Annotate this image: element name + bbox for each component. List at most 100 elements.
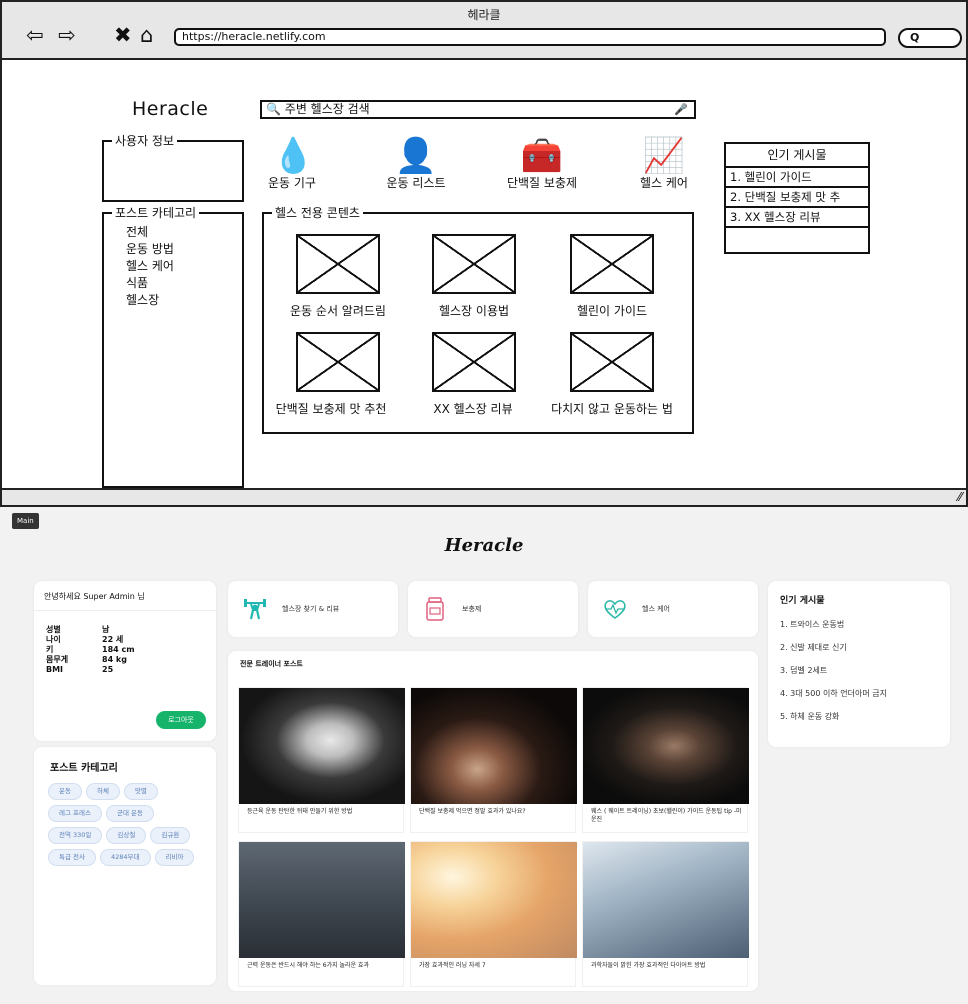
category-chip[interactable]: 김규환 bbox=[150, 827, 191, 844]
rendered-page: Main Heracle 안녕하세요 Super Admin 님 성별 남 나이 2… bbox=[0, 507, 968, 1004]
post-title: 웨스 ( 웨이트 트레이닝) 초보(헬린이) 가이드 운동팁 tip -미운진 bbox=[591, 808, 742, 823]
logout-button[interactable]: 로그아웃 bbox=[156, 711, 206, 729]
posts-title: 전문 트레이너 포스트 bbox=[240, 660, 303, 668]
post-title: 과학자들이 밝힌 가장 효과적인 다이어트 방법 bbox=[591, 962, 706, 969]
user-stat-row: BMI 25 bbox=[46, 665, 114, 674]
popular-item[interactable]: 5. 하체 운동 강화 bbox=[780, 711, 887, 734]
wire-content-title[interactable]: 다치지 않고 운동하는 법 bbox=[528, 400, 696, 417]
resize-grip-icon[interactable]: ⁄⁄ bbox=[958, 490, 962, 504]
wire-category-item[interactable]: 운동 방법 bbox=[126, 241, 174, 258]
wire-content-title[interactable]: 헬스장 이용법 bbox=[394, 302, 554, 319]
feature-supplement[interactable]: 보충제 bbox=[408, 581, 578, 637]
wire-category-item[interactable]: 전체 bbox=[126, 224, 174, 241]
wire-logo: Heracle bbox=[132, 98, 209, 120]
post-image bbox=[411, 688, 577, 804]
image-placeholder[interactable] bbox=[296, 332, 380, 392]
weightlifter-icon bbox=[242, 596, 268, 622]
feature-label: 보충제 bbox=[462, 605, 482, 613]
search-icon: 🔍 bbox=[266, 102, 281, 116]
post-image bbox=[583, 688, 749, 804]
post-title: 등근육 운동 탄탄한 뒤태 만들기 위한 방법 bbox=[247, 808, 353, 815]
home-icon[interactable]: ⌂ bbox=[140, 24, 153, 46]
image-placeholder[interactable] bbox=[296, 234, 380, 294]
wire-search-input[interactable]: 🔍 주변 헬스장 검색 🎤 bbox=[260, 100, 696, 119]
wire-popular-item[interactable]: 1. 헬린이 가이드 bbox=[726, 168, 868, 188]
person-icon[interactable]: 👤 bbox=[394, 138, 438, 174]
wire-icon-label: 운동 기구 bbox=[268, 176, 316, 190]
post-image bbox=[583, 842, 749, 958]
wire-icon-label: 헬스 케어 bbox=[640, 176, 688, 190]
post-card[interactable]: 웨스 ( 웨이트 트레이닝) 초보(헬린이) 가이드 운동팁 tip -미운진 bbox=[582, 687, 749, 833]
wire-content-title[interactable]: 단백질 보충제 맛 추천 bbox=[256, 400, 406, 417]
post-card[interactable]: 근력 운동은 반드시 해야 하는 6가지 놀라운 효과 bbox=[238, 841, 405, 987]
category-chip[interactable]: 4284부대 bbox=[100, 849, 151, 866]
feature-gym-review[interactable]: 헬스장 찾기 & 리뷰 bbox=[228, 581, 398, 637]
wire-popular-title: 인기 게시물 bbox=[726, 144, 868, 168]
wire-user-info-box: 사용자 정보 bbox=[102, 133, 244, 202]
trainer-posts-card: 전문 트레이너 포스트 등근육 운동 탄탄한 뒤태 만들기 위한 방법 단백질 … bbox=[228, 651, 758, 991]
popular-item[interactable]: 4. 3대 500 이하 언더아머 금지 bbox=[780, 688, 887, 711]
url-bar[interactable]: https://heracle.netlify.com bbox=[174, 28, 886, 46]
supplement-jar-icon bbox=[422, 596, 448, 622]
post-card[interactable]: 단백질 보충제 먹으면 정말 효과가 있나요? bbox=[410, 687, 577, 833]
wire-content-title[interactable]: XX 헬스장 리뷰 bbox=[398, 400, 548, 417]
image-placeholder[interactable] bbox=[432, 332, 516, 392]
medkit-icon[interactable]: 🧰 bbox=[518, 138, 566, 174]
post-category-card: 포스트 카테고리 운동 하체 맛별 레그 프레스 군대 운동 전역 330일 김… bbox=[34, 747, 216, 985]
post-title: 단백질 보충제 먹으면 정말 효과가 있나요? bbox=[419, 808, 526, 815]
heartbeat-icon bbox=[602, 596, 628, 622]
category-chip[interactable]: 군대 운동 bbox=[105, 805, 154, 822]
popular-item[interactable]: 2. 신발 제대로 신기 bbox=[780, 642, 887, 665]
post-image bbox=[411, 842, 577, 958]
popular-title: 인기 게시물 bbox=[780, 596, 825, 606]
browser-search-pill[interactable]: Q bbox=[898, 28, 962, 48]
category-chip[interactable]: 레그 프레스 bbox=[48, 805, 102, 822]
wire-popular-box: 인기 게시물 1. 헬린이 가이드 2. 단백질 보충제 맛 추 3. XX 헬… bbox=[724, 142, 870, 254]
wire-popular-item[interactable]: 2. 단백질 보충제 맛 추 bbox=[726, 188, 868, 208]
category-chip[interactable]: 운동 bbox=[48, 783, 82, 800]
wire-popular-item[interactable]: 3. XX 헬스장 리뷰 bbox=[726, 208, 868, 228]
wire-category-item[interactable]: 헬스 케어 bbox=[126, 258, 174, 275]
microphone-icon[interactable]: 🎤 bbox=[674, 102, 688, 117]
browser-status-bar: ⁄⁄ bbox=[2, 488, 966, 505]
wire-content-label: 헬스 전용 콘텐츠 bbox=[272, 205, 363, 221]
main-tag: Main bbox=[12, 513, 39, 529]
popular-item[interactable]: 3. 덤벨 2세트 bbox=[780, 665, 887, 688]
chart-icon[interactable]: 📈 bbox=[638, 138, 690, 174]
category-chip[interactable]: 김상철 bbox=[106, 827, 147, 844]
wire-content-box: 헬스 전용 콘텐츠 운동 순서 알려드림 헬스장 이용법 헬린이 가이드 단백질… bbox=[262, 205, 696, 434]
category-chip[interactable]: 전역 330일 bbox=[48, 827, 103, 844]
category-chip[interactable]: 하체 bbox=[85, 783, 120, 800]
post-image bbox=[239, 688, 405, 804]
category-chip[interactable]: 리비아 bbox=[154, 849, 195, 866]
feature-health-care[interactable]: 헬스 케어 bbox=[588, 581, 758, 637]
forward-arrow-icon[interactable]: ⇨ bbox=[58, 24, 76, 46]
wire-category-item[interactable]: 헬스장 bbox=[126, 292, 174, 309]
user-stat-row: 나이 22 세 bbox=[46, 635, 124, 644]
popular-item[interactable]: 1. 트와이스 운동법 bbox=[780, 619, 887, 642]
wire-content-title[interactable]: 헬린이 가이드 bbox=[532, 302, 692, 319]
drop-icon[interactable]: 💧 bbox=[272, 138, 314, 174]
image-placeholder[interactable] bbox=[570, 234, 654, 294]
browser-chrome: 헤라클 ⇦ ⇨ ✖ ⌂ https://heracle.netlify.com … bbox=[2, 2, 966, 60]
back-arrow-icon[interactable]: ⇦ bbox=[26, 24, 44, 46]
brand-logo[interactable]: Heracle bbox=[0, 535, 968, 556]
image-placeholder[interactable] bbox=[432, 234, 516, 294]
category-chips: 운동 하체 맛별 레그 프레스 군대 운동 전역 330일 김상철 김규환 특급… bbox=[48, 783, 204, 866]
image-placeholder[interactable] bbox=[570, 332, 654, 392]
feature-label: 헬스장 찾기 & 리뷰 bbox=[282, 605, 340, 613]
post-title: 가장 효과적인 러닝 자세 7 bbox=[419, 962, 486, 969]
close-icon[interactable]: ✖ bbox=[114, 24, 132, 46]
post-card[interactable]: 과학자들이 밝힌 가장 효과적인 다이어트 방법 bbox=[582, 841, 749, 987]
category-chip[interactable]: 특급 전사 bbox=[48, 849, 96, 866]
wireframe-mockup: 헤라클 ⇦ ⇨ ✖ ⌂ https://heracle.netlify.com … bbox=[0, 0, 968, 507]
post-card[interactable]: 가장 효과적인 러닝 자세 7 bbox=[410, 841, 577, 987]
user-stat-row: 성별 남 bbox=[46, 625, 110, 634]
category-chip[interactable]: 맛별 bbox=[123, 783, 158, 800]
post-card[interactable]: 등근육 운동 탄탄한 뒤태 만들기 위한 방법 bbox=[238, 687, 405, 833]
wire-search-placeholder: 주변 헬스장 검색 bbox=[284, 102, 370, 116]
wire-icon-label: 단백질 보충제 bbox=[506, 176, 578, 190]
wire-category-item[interactable]: 식품 bbox=[126, 275, 174, 292]
wire-category-label: 포스트 카테고리 bbox=[112, 205, 200, 221]
category-title: 포스트 카테고리 bbox=[50, 763, 118, 774]
